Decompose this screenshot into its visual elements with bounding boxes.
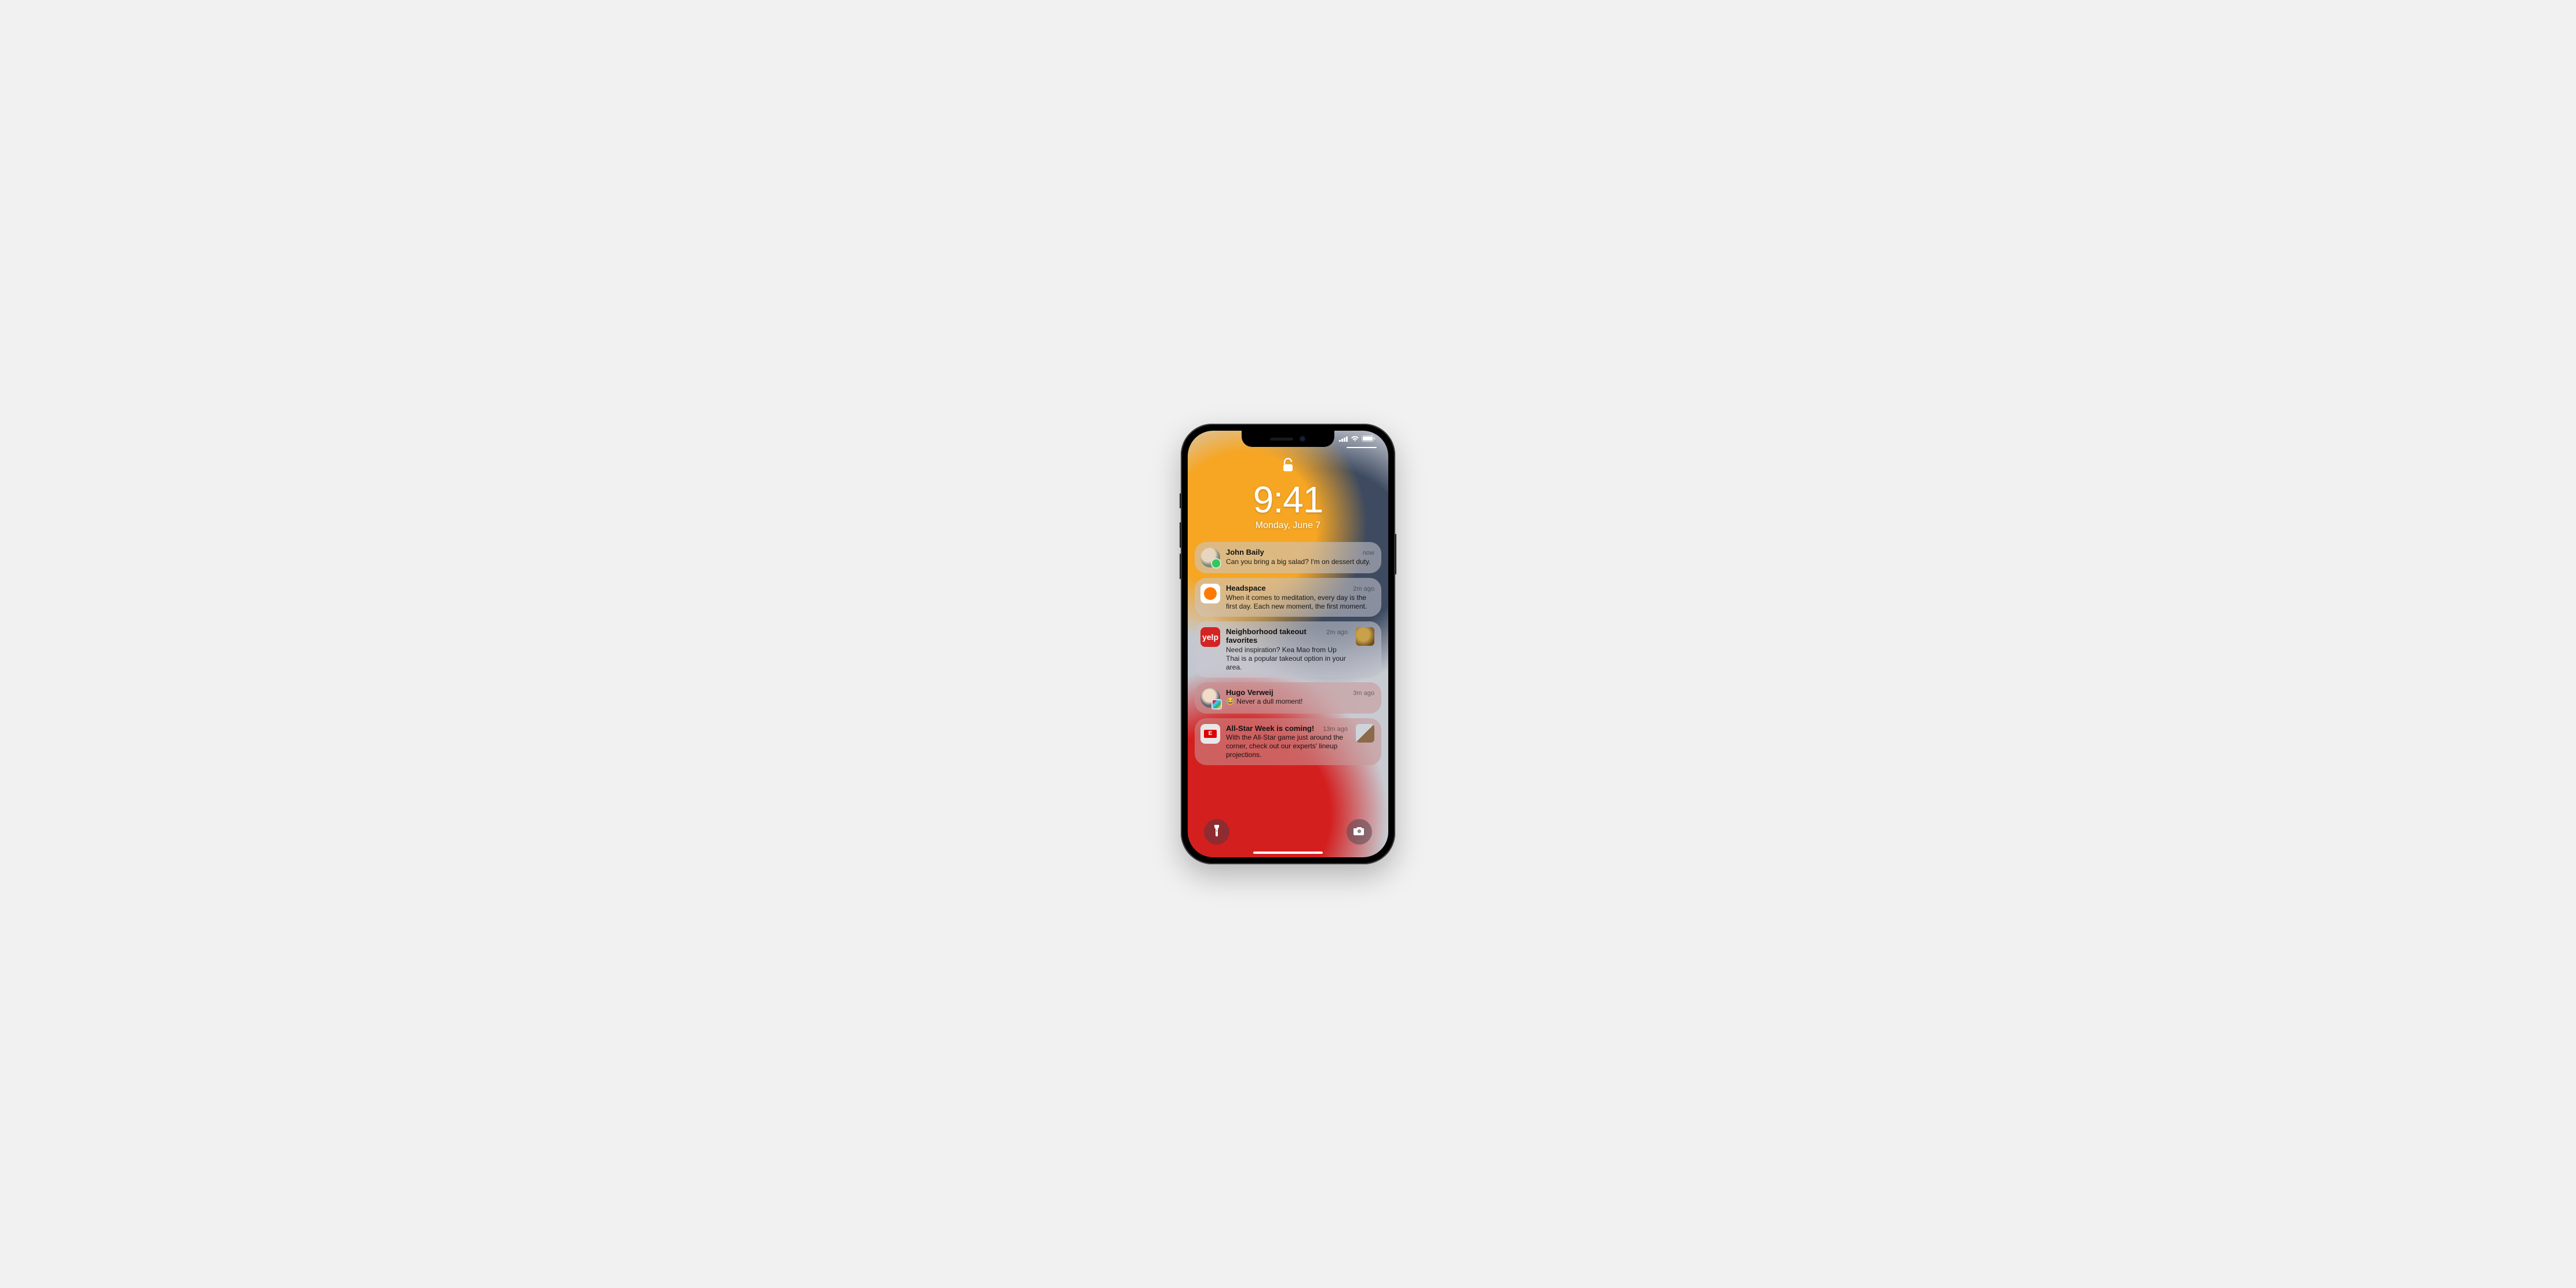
notification-time: now <box>1363 550 1374 556</box>
sports-thumbnail <box>1356 724 1374 743</box>
yelp-icon: yelp <box>1200 627 1220 647</box>
notification-title: Neighborhood takeout favorites <box>1226 627 1322 645</box>
status-underline <box>1347 447 1377 448</box>
notification-item[interactable]: Headspace 2m ago When it comes to medita… <box>1195 578 1381 617</box>
notification-time: 13m ago <box>1323 726 1348 733</box>
messages-avatar-icon <box>1200 548 1220 567</box>
notification-item[interactable]: All-Star Week is coming! 13m ago With th… <box>1195 718 1381 766</box>
camera-icon <box>1354 826 1365 838</box>
notification-title: John Baily <box>1226 548 1264 557</box>
espn-icon <box>1200 724 1220 744</box>
flashlight-icon <box>1213 825 1221 839</box>
food-thumbnail <box>1356 627 1374 646</box>
unlock-icon <box>1282 457 1294 475</box>
cellular-signal-icon <box>1339 436 1348 442</box>
notification-title: Headspace <box>1226 584 1266 593</box>
flashlight-button[interactable] <box>1204 819 1229 845</box>
notification-title: All-Star Week is coming! <box>1226 724 1314 733</box>
notification-body: Need inspiration? Kea Mao from Up Thai i… <box>1226 646 1348 672</box>
notification-title: Hugo Verweij <box>1226 688 1274 697</box>
notification-item[interactable]: Hugo Verweij 3m ago 😂 Never a dull momen… <box>1195 682 1381 714</box>
notification-body: Can you bring a big salad? I'm on desser… <box>1226 558 1374 566</box>
notification-body: With the All-Star game just around the c… <box>1226 733 1348 759</box>
notification-body: When it comes to meditation, every day i… <box>1226 594 1374 611</box>
phone-screen: 9:41 Monday, June 7 John Baily now Can y… <box>1188 431 1388 857</box>
notification-list[interactable]: John Baily now Can you bring a big salad… <box>1195 542 1381 765</box>
notification-time: 2m ago <box>1353 585 1374 592</box>
notification-item[interactable]: John Baily now Can you bring a big salad… <box>1195 542 1381 573</box>
volume-down-button[interactable] <box>1180 554 1181 579</box>
battery-icon <box>1362 435 1376 442</box>
volume-up-button[interactable] <box>1180 522 1181 548</box>
slack-avatar-icon <box>1200 688 1220 708</box>
lock-screen-header: 9:41 Monday, June 7 <box>1188 457 1388 531</box>
home-indicator[interactable] <box>1253 852 1323 854</box>
phone-frame: 9:41 Monday, June 7 John Baily now Can y… <box>1181 424 1395 864</box>
notification-item[interactable]: yelp Neighborhood takeout favorites 2m a… <box>1195 621 1381 678</box>
notification-time: 2m ago <box>1326 629 1348 636</box>
silence-switch[interactable] <box>1180 493 1181 508</box>
wifi-icon <box>1351 435 1359 442</box>
power-button[interactable] <box>1395 534 1396 574</box>
status-bar <box>1339 435 1376 442</box>
notch <box>1242 431 1334 447</box>
camera-button[interactable] <box>1347 819 1372 845</box>
clock-time: 9:41 <box>1253 481 1323 518</box>
notification-body: 😂 Never a dull moment! <box>1226 697 1374 706</box>
bottom-controls <box>1188 819 1388 845</box>
headspace-icon <box>1200 584 1220 603</box>
clock-date: Monday, June 7 <box>1256 521 1321 531</box>
notification-time: 3m ago <box>1353 690 1374 697</box>
